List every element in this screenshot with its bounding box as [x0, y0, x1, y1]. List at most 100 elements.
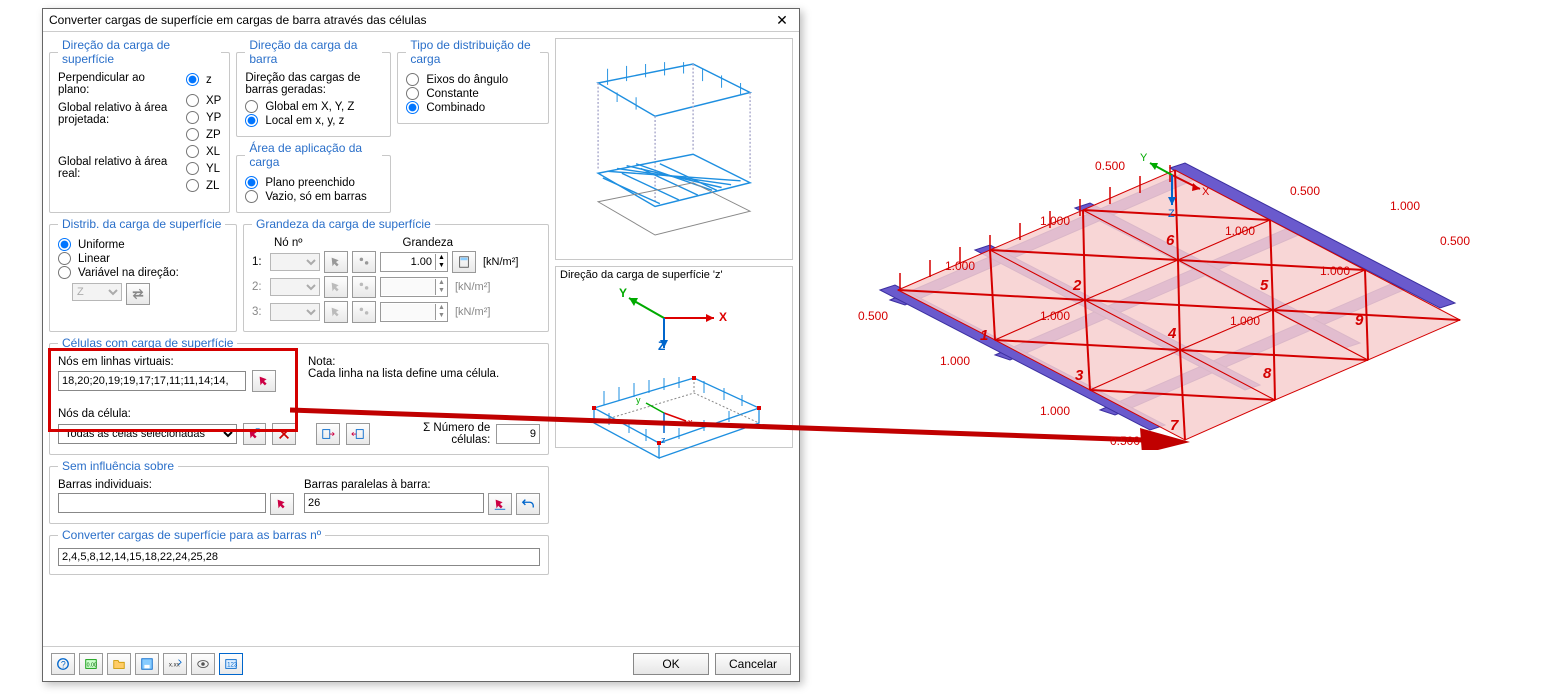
cancel-button[interactable]: Cancelar — [715, 653, 791, 675]
view-toggle-icon[interactable] — [191, 653, 215, 675]
pick-barras-icon[interactable] — [270, 493, 294, 515]
cell-num-2: 2 — [1072, 277, 1082, 294]
pick-node-2-icon — [324, 276, 348, 298]
svg-text:1.000: 1.000 — [1225, 224, 1255, 238]
pick-in-view-icon[interactable] — [252, 370, 276, 392]
legend-tipo-dist: Tipo de distribuição de carga — [406, 38, 540, 66]
group-direcao-superficie: Direção da carga de superfície Perpendic… — [49, 38, 230, 213]
help-icon[interactable]: ? — [51, 653, 75, 675]
input-barras-paralelas[interactable] — [304, 493, 484, 513]
svg-text:1.000: 1.000 — [1320, 264, 1350, 278]
radio-uniforme[interactable]: Uniforme — [58, 238, 228, 251]
radio-zl[interactable]: ZL — [186, 179, 221, 192]
text-nota: Cada linha na lista define uma célula. — [308, 368, 499, 380]
radio-variavel[interactable]: Variável na direção: — [58, 266, 228, 279]
save-icon[interactable] — [135, 653, 159, 675]
radio-zp[interactable]: ZP — [186, 128, 221, 141]
svg-text:1.000: 1.000 — [1040, 404, 1070, 418]
numbering-icon[interactable]: 123 — [219, 653, 243, 675]
cell-num-8: 8 — [1263, 365, 1272, 382]
radio-xp[interactable]: XP — [186, 94, 221, 107]
row-label-1: 1: — [252, 256, 266, 268]
dialog-body: Direção da carga de superfície Perpendic… — [43, 32, 799, 646]
svg-text:Y: Y — [619, 286, 627, 300]
label-projetada: Global relativo à área projetada: — [58, 102, 178, 126]
radio-local-xyz[interactable]: Local em x, y, z — [245, 114, 382, 127]
unit-2: [kN/m²] — [455, 281, 490, 293]
pick-node-3-icon — [324, 301, 348, 323]
open-icon[interactable] — [107, 653, 131, 675]
legend-celulas: Células com carga de superfície — [58, 336, 237, 350]
svg-text:x: x — [688, 417, 693, 427]
group-distrib-carga: Distrib. da carga de superfície Uniforme… — [49, 217, 237, 332]
radio-vazio-barras[interactable]: Vazio, só em barras — [245, 190, 382, 203]
radio-yl[interactable]: YL — [186, 162, 221, 175]
preview-illustration-icon — [562, 45, 786, 254]
cell-num-6: 6 — [1166, 232, 1175, 249]
cell-num-5: 5 — [1260, 277, 1269, 294]
value-sigma-celulas: 9 — [496, 424, 540, 444]
legend-dir-superficie: Direção da carga de superfície — [58, 38, 221, 66]
label-barras-individuais: Barras individuais: — [58, 479, 294, 491]
radio-global-xyz[interactable]: Global em X, Y, Z — [245, 100, 382, 113]
svg-text:0.500: 0.500 — [858, 309, 888, 323]
dialog-footer: ? 0.00 x.xx 123 OK Cancelar — [43, 646, 799, 681]
titlebar: Converter cargas de superfície em cargas… — [43, 9, 799, 32]
spin-grandeza-1[interactable]: ▲▼ — [380, 252, 448, 272]
svg-text:?: ? — [61, 660, 66, 670]
radio-combinado[interactable]: Combinado — [406, 101, 540, 114]
pick-paralelas-icon[interactable] — [488, 493, 512, 515]
cell-num-9: 9 — [1355, 312, 1364, 329]
close-icon[interactable]: ✕ — [771, 9, 793, 31]
row-label-3: 3: — [252, 306, 266, 318]
axes-icon: X Y Z — [614, 283, 734, 353]
legend-grandeza: Grandeza da carga de superfície — [252, 217, 435, 231]
radio-plano-preenchido[interactable]: Plano preenchido — [245, 176, 382, 189]
cell-num-1: 1 — [980, 327, 988, 344]
calc-format-icon[interactable]: 0.00 — [79, 653, 103, 675]
pick-node-1-icon — [324, 251, 348, 273]
decimals-icon[interactable]: x.xx — [163, 653, 187, 675]
preview-bottom: Direção da carga de superfície 'z' X Y Z — [555, 266, 793, 448]
pick-nodes-3-icon — [352, 301, 376, 323]
select-no-1 — [270, 253, 320, 271]
svg-text:1.000: 1.000 — [940, 354, 970, 368]
cell-num-7: 7 — [1170, 417, 1179, 434]
svg-text:x.xx: x.xx — [169, 662, 180, 669]
radio-xl[interactable]: XL — [186, 145, 221, 158]
delete-cell-icon[interactable] — [272, 423, 296, 445]
pick-cells-icon[interactable] — [243, 423, 267, 445]
group-celulas: Células com carga de superfície Nós em l… — [49, 336, 549, 455]
local-plane-icon: x y z — [574, 353, 774, 463]
select-no-3 — [270, 303, 320, 321]
svg-text:0.500: 0.500 — [1440, 234, 1470, 248]
ok-button[interactable]: OK — [633, 653, 709, 675]
select-no-2 — [270, 278, 320, 296]
group-tipo-distribuicao: Tipo de distribuição de carga Eixos do â… — [397, 38, 549, 124]
calculator-1-icon[interactable] — [452, 251, 476, 273]
group-converter: Converter cargas de superfície para as b… — [49, 528, 549, 575]
svg-text:123: 123 — [227, 662, 238, 669]
radio-linear[interactable]: Linear — [58, 252, 228, 265]
radio-eixos-angulo[interactable]: Eixos do ângulo — [406, 73, 540, 86]
import-icon[interactable] — [316, 423, 340, 445]
input-converter-barras[interactable] — [58, 548, 540, 566]
header-grandeza: Grandeza — [403, 237, 454, 249]
legend-area-aplic: Área de aplicação da carga — [245, 141, 382, 169]
pick-nodes-2-icon — [352, 276, 376, 298]
undo-paralelas-icon[interactable] — [516, 493, 540, 515]
radio-constante[interactable]: Constante — [406, 87, 540, 100]
unit-1: [kN/m²] — [483, 256, 518, 268]
input-barras-individuais[interactable] — [58, 493, 266, 513]
radio-yp[interactable]: YP — [186, 111, 221, 124]
export-icon[interactable] — [346, 423, 370, 445]
input-nos-linhas-virtuais[interactable] — [58, 371, 246, 391]
svg-text:Z: Z — [658, 339, 665, 353]
svg-text:1.000: 1.000 — [1040, 214, 1070, 228]
radio-z[interactable]: z — [186, 73, 221, 86]
dropdown-nos-celula[interactable]: Todas as celas selecionadas — [58, 424, 237, 444]
svg-text:1.000: 1.000 — [1230, 314, 1260, 328]
label-nos-linhas-virtuais: Nós em linhas virtuais: — [58, 356, 288, 368]
label-dir-barras-geradas: Direção das cargas de barras geradas: — [245, 72, 382, 96]
svg-text:1.000: 1.000 — [1390, 199, 1420, 213]
